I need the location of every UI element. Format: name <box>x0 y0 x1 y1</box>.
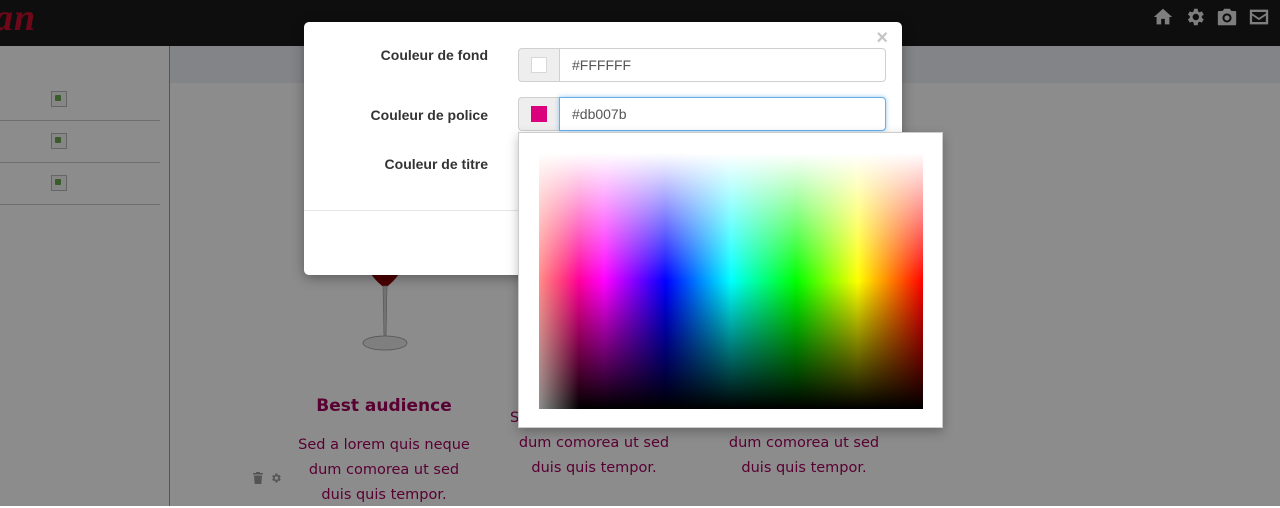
color-picker-popup <box>518 132 943 428</box>
color-spectrum[interactable] <box>539 153 923 409</box>
font-color-label: Couleur de police <box>370 107 488 123</box>
font-color-swatch-button[interactable] <box>518 97 559 131</box>
spectrum-shade <box>539 153 579 409</box>
font-color-picker <box>518 97 886 131</box>
background-color-picker <box>518 48 886 82</box>
background-color-input[interactable] <box>559 48 886 82</box>
close-icon[interactable]: × <box>876 27 888 50</box>
background-color-swatch-button[interactable] <box>518 48 559 82</box>
background-color-label: Couleur de fond <box>380 47 488 63</box>
color-swatch <box>531 57 547 73</box>
title-color-label: Couleur de titre <box>384 156 488 172</box>
color-swatch <box>531 106 547 122</box>
font-color-input[interactable] <box>559 97 886 131</box>
